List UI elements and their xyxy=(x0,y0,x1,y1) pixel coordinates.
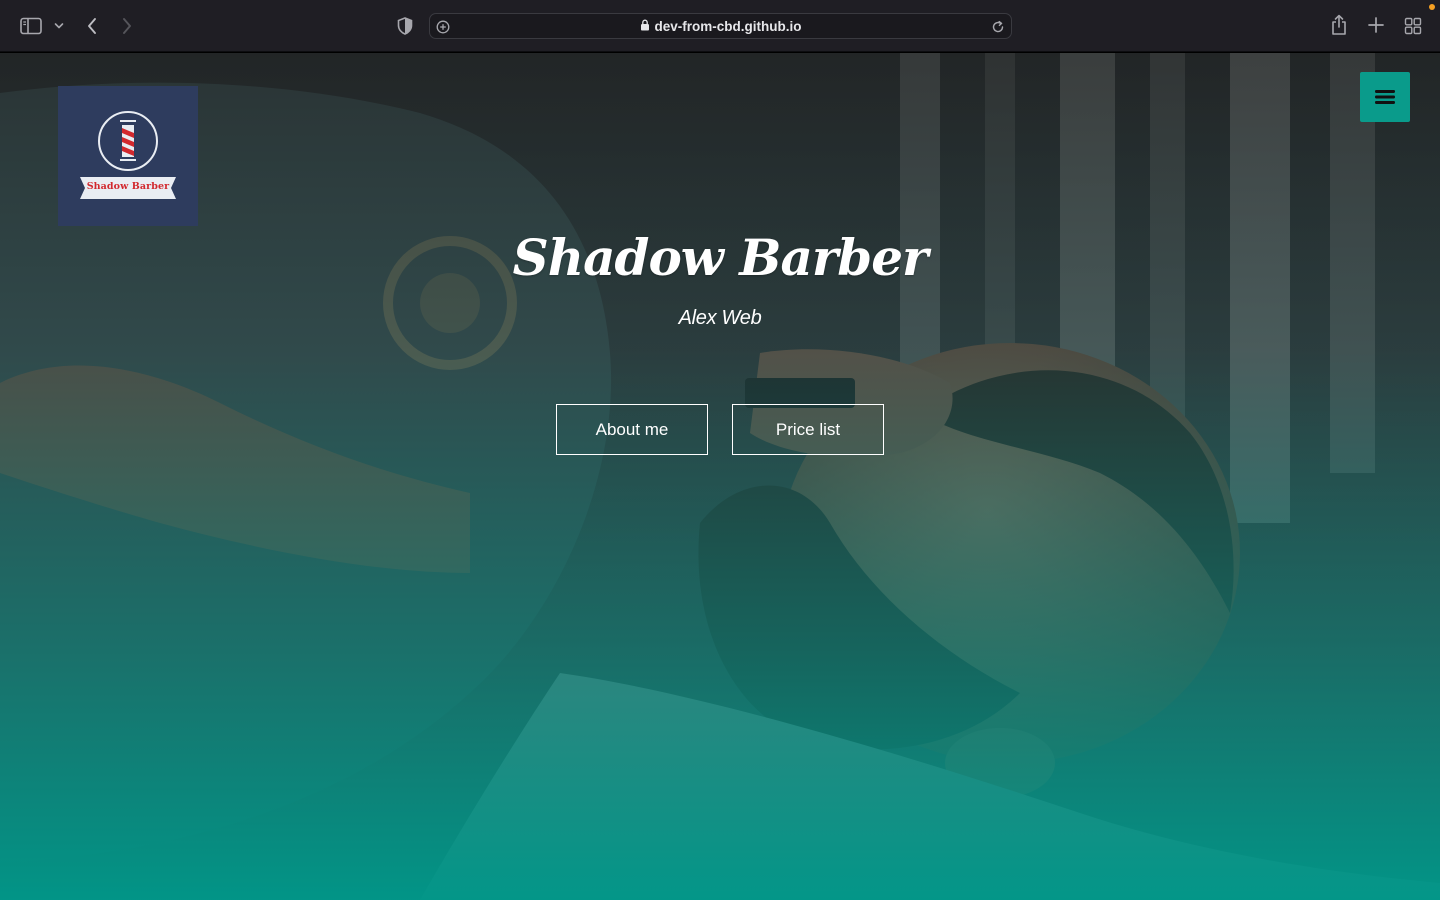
url-text: dev-from-cbd.github.io xyxy=(654,18,802,34)
logo-text: Shadow Barber xyxy=(86,181,170,192)
hamburger-menu-icon xyxy=(1375,90,1395,104)
sidebar-icon[interactable] xyxy=(18,15,44,37)
share-icon[interactable] xyxy=(1328,13,1350,37)
site-subtitle: Alex Web xyxy=(678,307,762,329)
price-list-button[interactable]: Price list xyxy=(732,404,884,455)
hero-section: Shadow Barber Shadow Barber Alex Web Abo… xyxy=(0,53,1440,900)
plus-icon[interactable] xyxy=(1366,15,1386,35)
address-bar[interactable]: dev-from-cbd.github.io xyxy=(429,13,1012,39)
site-title: Shadow Barber xyxy=(512,228,929,287)
lock-icon xyxy=(640,19,650,34)
shield-icon[interactable] xyxy=(395,15,415,37)
tabs-grid-icon[interactable] xyxy=(1402,15,1424,37)
about-me-button[interactable]: About me xyxy=(556,404,708,455)
notification-dot xyxy=(1429,4,1435,10)
reload-icon[interactable] xyxy=(988,17,1008,37)
site-logo[interactable]: Shadow Barber xyxy=(58,86,198,226)
menu-button[interactable] xyxy=(1360,72,1410,122)
address-url: dev-from-cbd.github.io xyxy=(430,14,1011,38)
hero-gradient-overlay xyxy=(0,53,1440,900)
browser-toolbar: dev-from-cbd.github.io xyxy=(0,0,1440,52)
forward-icon[interactable] xyxy=(117,14,137,38)
back-icon[interactable] xyxy=(82,14,102,38)
barber-pole-icon xyxy=(80,111,176,199)
chevron-down-icon[interactable] xyxy=(52,18,66,34)
